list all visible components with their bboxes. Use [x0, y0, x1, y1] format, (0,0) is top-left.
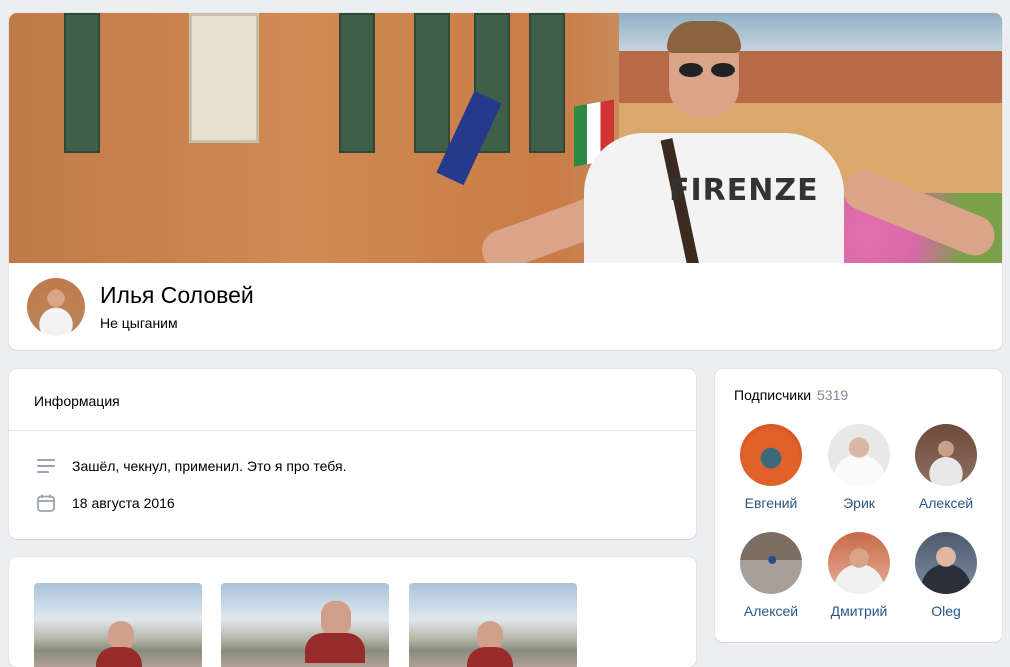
subscriber-item[interactable]: Эрик [819, 424, 899, 511]
profile-name: Илья Соловей [100, 282, 254, 308]
subscribers-header[interactable]: Подписчики 5319 [734, 387, 848, 403]
info-row-text: Зашёл, чекнул, применил. Это я про тебя. [72, 458, 347, 474]
subscriber-item[interactable]: Дмитрий [819, 532, 899, 619]
info-row-about: Зашёл, чекнул, применил. Это я про тебя. [35, 455, 346, 477]
subscriber-name: Дмитрий [830, 603, 888, 619]
cover-photo[interactable]: FIRENZE [9, 13, 1002, 263]
cover-person: FIRENZE [584, 21, 844, 263]
subscribers-count: 5319 [817, 387, 849, 403]
subscriber-avatar [740, 532, 802, 594]
subscriber-item[interactable]: Oleg [906, 532, 986, 619]
subscribers-title: Подписчики [734, 387, 812, 403]
profile-info-bar: Илья Соловей Не цыганим [9, 263, 1002, 350]
subscribers-card: Подписчики 5319 Евгений Эрик Алексей Алек… [715, 369, 1002, 642]
text-lines-icon [35, 455, 57, 477]
photos-card [9, 557, 696, 667]
info-title: Информация [34, 393, 120, 409]
info-card: Информация Зашёл, чекнул, применил. Это … [9, 369, 696, 539]
subscriber-name: Алексей [918, 495, 974, 511]
subscriber-item[interactable]: Алексей [731, 532, 811, 619]
subscriber-avatar [828, 424, 890, 486]
profile-header: FIRENZE Илья Соловей Не цыганим [9, 13, 1002, 350]
info-row-text: 18 августа 2016 [72, 495, 175, 511]
subscriber-name: Алексей [743, 603, 799, 619]
subscriber-name: Евгений [744, 495, 798, 511]
photo-thumbnail[interactable] [34, 583, 202, 667]
subscriber-item[interactable]: Алексей [906, 424, 986, 511]
photo-thumbnail[interactable] [409, 583, 577, 667]
subscriber-avatar [740, 424, 802, 486]
info-row-date: 18 августа 2016 [35, 492, 175, 514]
subscriber-avatar [915, 424, 977, 486]
calendar-icon [35, 492, 57, 514]
subscriber-avatar [915, 532, 977, 594]
subscriber-name: Эрик [843, 495, 875, 511]
profile-status: Не цыганим [100, 315, 178, 331]
subscriber-name: Oleg [931, 603, 961, 619]
photo-thumbnail[interactable] [221, 583, 389, 667]
subscriber-avatar [828, 532, 890, 594]
subscriber-item[interactable]: Евгений [731, 424, 811, 511]
profile-avatar[interactable] [27, 278, 85, 336]
divider [9, 430, 696, 431]
shirt-text: FIRENZE [669, 173, 819, 208]
